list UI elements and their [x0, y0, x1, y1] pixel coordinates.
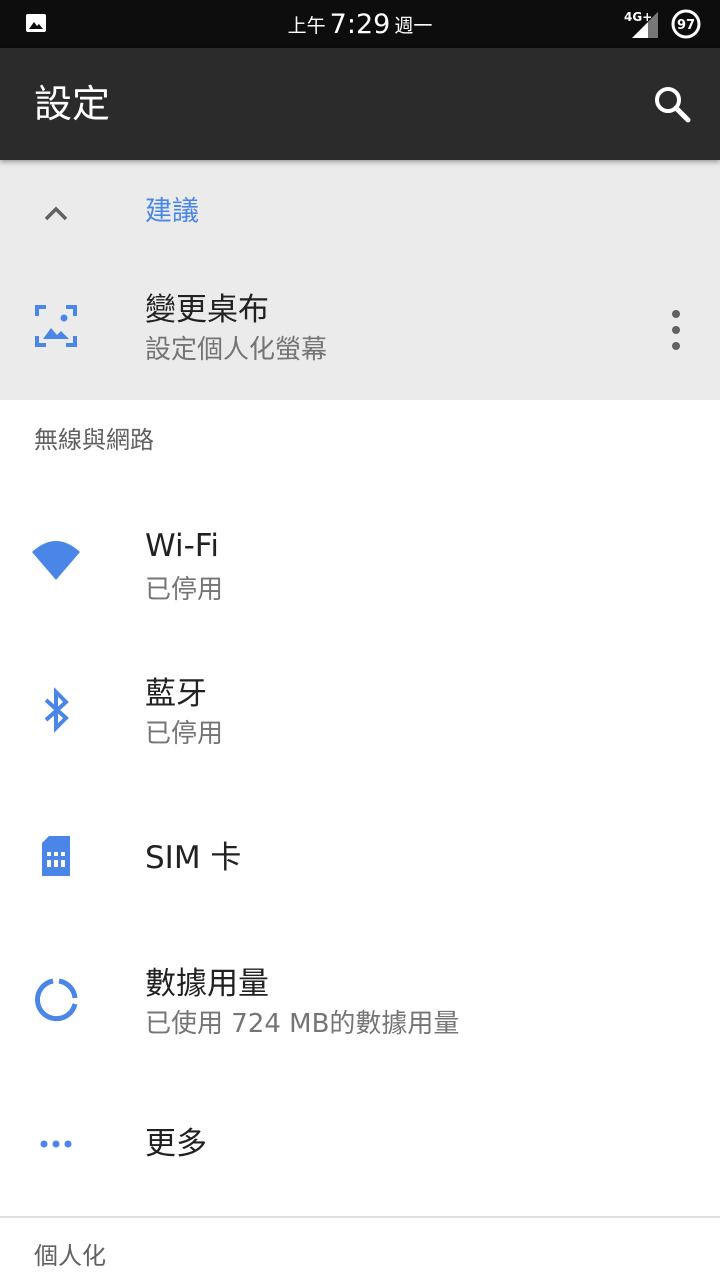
more-vert-icon[interactable] — [664, 306, 688, 354]
data-usage-icon — [35, 978, 78, 1022]
app-bar: 設定 — [0, 48, 720, 160]
status-clock: 上午 7:29 週一 — [0, 0, 720, 48]
more-horiz-icon — [40, 1140, 72, 1148]
settings-item-bluetooth[interactable]: 藍牙 已停用 — [0, 640, 720, 768]
settings-item-title: 數據用量 — [145, 966, 269, 1002]
bluetooth-icon — [44, 687, 69, 733]
settings-item-subtitle: 已使用 724 MB的數據用量 — [145, 1009, 460, 1039]
settings-item-subtitle: 已停用 — [145, 575, 224, 605]
suggestion-subtitle: 設定個人化螢幕 — [145, 335, 328, 365]
wifi-icon — [32, 541, 80, 580]
battery-icon: 97 — [671, 9, 701, 39]
settings-item-title: Wi-Fi — [145, 528, 219, 564]
settings-item-title: SIM 卡 — [145, 840, 242, 876]
settings-item-sim-card[interactable]: SIM 卡 — [0, 792, 720, 920]
suggestion-item-wallpaper[interactable]: 變更桌布 設定個人化螢幕 — [0, 266, 720, 400]
settings-item-title: 更多 — [145, 1126, 207, 1162]
chevron-up-icon — [44, 206, 68, 221]
section-header-personalization: 個人化 — [34, 1242, 106, 1270]
section-header-wireless: 無線與網路 — [34, 426, 154, 454]
suggestion-title: 變更桌布 — [145, 292, 269, 328]
suggestions-label: 建議 — [145, 196, 199, 227]
status-time: 7:29 — [329, 8, 391, 40]
status-weekday: 週一 — [394, 14, 433, 37]
section-divider — [0, 1216, 720, 1218]
suggestions-card: 建議 變更桌布 設定個人化螢幕 — [0, 160, 720, 400]
status-am-pm: 上午 — [287, 14, 326, 37]
sim-card-icon — [42, 836, 70, 876]
battery-level: 97 — [677, 18, 695, 33]
settings-item-subtitle: 已停用 — [145, 719, 224, 749]
settings-item-more[interactable]: 更多 — [0, 1080, 720, 1208]
status-bar: 上午 7:29 週一 4G+ 97 — [0, 0, 720, 48]
settings-item-wifi[interactable]: Wi-Fi 已停用 — [0, 496, 720, 624]
settings-item-data-usage[interactable]: 數據用量 已使用 724 MB的數據用量 — [0, 936, 720, 1064]
settings-item-title: 藍牙 — [145, 676, 207, 712]
page-title: 設定 — [34, 82, 111, 126]
search-icon[interactable] — [650, 82, 694, 126]
signal-icon: 4G+ — [624, 10, 658, 38]
wallpaper-icon — [35, 305, 77, 347]
suggestions-header[interactable]: 建議 — [0, 160, 720, 266]
network-type-label: 4G+ — [624, 10, 652, 24]
